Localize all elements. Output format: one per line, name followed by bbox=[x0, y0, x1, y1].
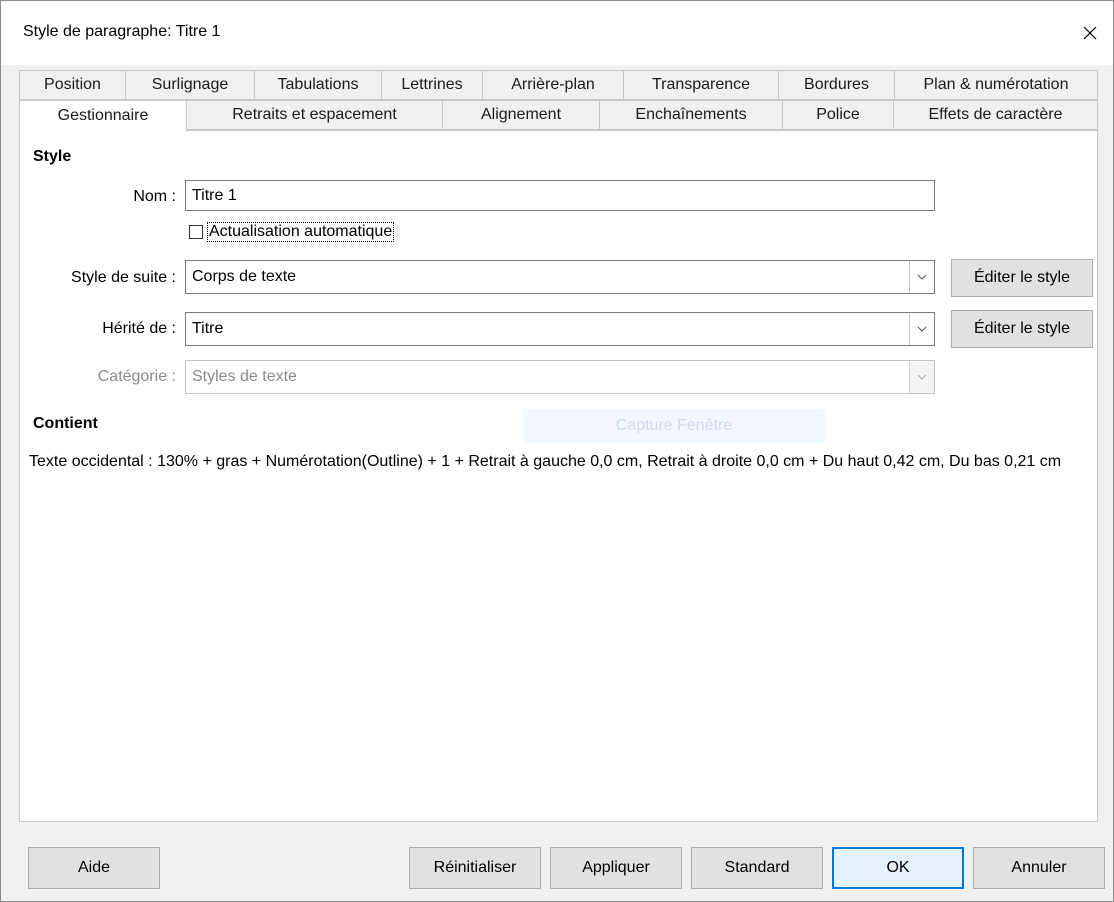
inherit-style-value: Titre bbox=[192, 320, 224, 337]
cancel-button[interactable]: Annuler bbox=[973, 847, 1105, 889]
reset-button[interactable]: Réinitialiser bbox=[409, 847, 541, 889]
tab-row-back: Position Surlignage Tabulations Lettrine… bbox=[19, 70, 1098, 100]
chevron-down-icon bbox=[917, 274, 927, 280]
apply-button[interactable]: Appliquer bbox=[550, 847, 682, 889]
close-icon bbox=[1083, 26, 1097, 40]
tab-gestionnaire[interactable]: Gestionnaire bbox=[19, 100, 187, 132]
style-description-text: Texte occidental : 130% + gras + Numérot… bbox=[29, 453, 1062, 470]
inherit-label: Hérité de : bbox=[102, 320, 176, 337]
auto-update-checkbox[interactable] bbox=[189, 225, 203, 239]
chevron-down-icon bbox=[917, 326, 927, 332]
next-style-label: Style de suite : bbox=[71, 269, 176, 286]
edit-inherit-style-button[interactable]: Éditer le style bbox=[951, 310, 1093, 348]
capture-overlay: Capture Fenêtre bbox=[523, 409, 825, 443]
tab-transparence[interactable]: Transparence bbox=[624, 70, 779, 100]
tab-arriere-plan[interactable]: Arrière-plan bbox=[483, 70, 624, 100]
tab-bordures[interactable]: Bordures bbox=[779, 70, 895, 100]
category-select: Styles de texte bbox=[185, 360, 935, 394]
tab-lettrines[interactable]: Lettrines bbox=[382, 70, 483, 100]
help-button[interactable]: Aide bbox=[28, 847, 160, 889]
inherit-style-select[interactable]: Titre bbox=[185, 312, 935, 346]
style-name-input[interactable] bbox=[185, 180, 935, 211]
close-button[interactable] bbox=[1067, 11, 1113, 55]
tab-row-front: Gestionnaire Retraits et espacement Alig… bbox=[19, 100, 1098, 132]
category-label: Catégorie : bbox=[97, 368, 176, 385]
tab-retraits-espacement[interactable]: Retraits et espacement bbox=[187, 100, 443, 130]
tab-panel-gestionnaire bbox=[19, 130, 1098, 822]
contains-section-title: Contient bbox=[33, 415, 98, 432]
tab-position[interactable]: Position bbox=[19, 70, 126, 100]
tab-police[interactable]: Police bbox=[783, 100, 894, 130]
tab-alignement[interactable]: Alignement bbox=[443, 100, 600, 130]
window-title: Style de paragraphe: Titre 1 bbox=[23, 23, 221, 40]
style-section-title: Style bbox=[33, 148, 72, 165]
next-style-select[interactable]: Corps de texte bbox=[185, 260, 935, 294]
tab-tabulations[interactable]: Tabulations bbox=[255, 70, 382, 100]
next-style-value: Corps de texte bbox=[192, 268, 297, 285]
title-bar: Style de paragraphe: Titre 1 bbox=[1, 1, 1113, 65]
tab-plan-numerotation[interactable]: Plan & numérotation bbox=[895, 70, 1098, 100]
tab-enchainements[interactable]: Enchaînements bbox=[600, 100, 783, 130]
category-value: Styles de texte bbox=[192, 368, 297, 385]
inherit-style-dropdown-button[interactable] bbox=[909, 313, 934, 345]
auto-update-checkbox-row[interactable]: Actualisation automatique bbox=[189, 222, 395, 242]
ok-button[interactable]: OK bbox=[832, 847, 964, 889]
auto-update-label: Actualisation automatique bbox=[207, 222, 395, 242]
category-dropdown-button bbox=[909, 361, 934, 393]
chevron-down-icon bbox=[917, 374, 927, 380]
tab-effets-caractere[interactable]: Effets de caractère bbox=[894, 100, 1098, 130]
standard-button[interactable]: Standard bbox=[691, 847, 823, 889]
tab-surlignage[interactable]: Surlignage bbox=[126, 70, 255, 100]
paragraph-style-dialog: Style de paragraphe: Titre 1 Position Su… bbox=[0, 0, 1114, 902]
next-style-dropdown-button[interactable] bbox=[909, 261, 934, 293]
name-label: Nom : bbox=[133, 188, 176, 205]
edit-next-style-button[interactable]: Éditer le style bbox=[951, 259, 1093, 297]
